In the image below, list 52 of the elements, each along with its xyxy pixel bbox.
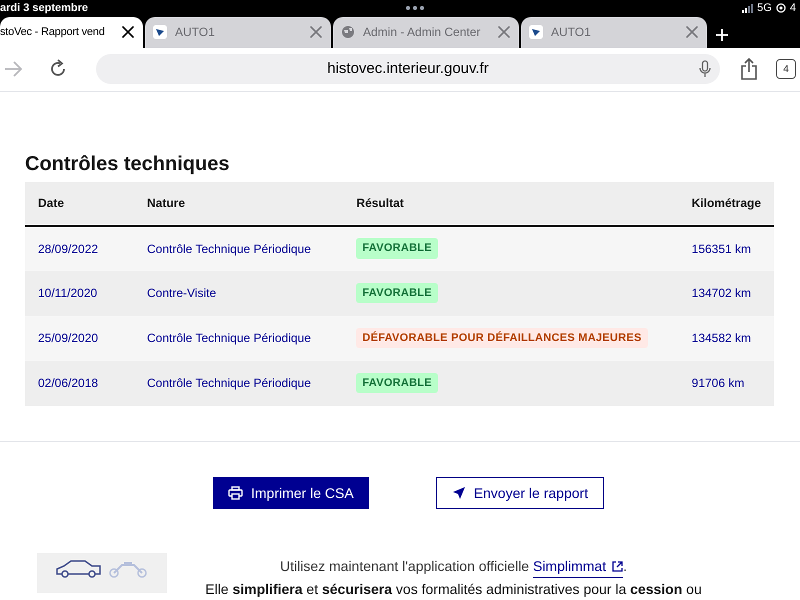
result-badge: FAVORABLE [356,282,438,304]
table-cell: 156351 km [678,226,774,271]
table-cell: 91706 km [678,360,774,406]
promo-text: Elle simplifiera et sécurisera vos formalités administratives pour la cession ou [205,580,702,599]
tab-count-button[interactable]: 4 [776,59,796,80]
browser-tab[interactable]: AUTO1 [521,16,707,48]
section-title: Contrôles techniques [25,152,230,177]
browser-tab[interactable]: stoVec - Rapport vend [0,16,143,48]
address-field[interactable]: histovec.interieur.gouv.fr [96,54,720,84]
print-button[interactable]: Imprimer le CSA [213,477,369,509]
result-badge: FAVORABLE [356,372,438,394]
table-cell: 25/09/2020 [25,316,134,361]
table-cell: 02/06/2018 [25,360,134,406]
result-badge: DÉFAVORABLE POUR DÉFAILLANCES MAJEURES [356,328,648,348]
share-icon[interactable] [740,58,758,80]
favicon-icon [153,25,167,39]
browser-tab[interactable]: AUTO1 [145,16,331,48]
browser-tab[interactable]: Admin - Admin Center [333,16,519,48]
column-header: Nature [134,182,344,226]
result-badge: FAVORABLE [356,238,438,259]
close-icon[interactable] [121,25,135,39]
tab-title: stoVec - Rapport vend [0,24,106,40]
table-cell: 28/09/2022 [25,226,134,271]
printer-icon [228,486,243,500]
external-link-icon [612,561,624,572]
column-header: Résultat [343,182,679,226]
column-header: Date [25,182,134,226]
column-header: Kilométrage [678,182,774,226]
status-date: ardi 3 septembre [0,1,88,16]
tab-title: AUTO1 [551,24,592,41]
battery-label: 4 [790,1,796,16]
table-cell: Contre-Visite [134,270,344,316]
table-cell: 134702 km [678,270,774,316]
table-cell: 134582 km [678,316,774,361]
tab-title: Admin - Admin Center [363,24,482,41]
favicon-icon [529,25,543,39]
lock-rotation-icon [776,3,786,14]
app-link[interactable]: Simplimmat [532,556,624,578]
table-cell: Contrôle Technique Périodique [134,226,344,271]
more-icon[interactable] [406,6,424,10]
new-tab-icon[interactable] [715,28,729,42]
send-button[interactable]: Envoyer le rapport [436,477,604,509]
tab-title: AUTO1 [175,24,216,41]
network-label: 5G [757,1,772,16]
signal-icon [742,4,754,13]
table-cell: Contrôle Technique Périodique [134,316,344,361]
globe-icon [341,25,355,39]
table-cell: Contrôle Technique Périodique [134,360,344,406]
table-cell: 10/11/2020 [25,270,134,316]
microphone-icon[interactable] [699,60,711,78]
send-icon [452,486,466,500]
promo-text: Utilisez maintenant l'application officielle Simplimmat . [280,556,627,578]
